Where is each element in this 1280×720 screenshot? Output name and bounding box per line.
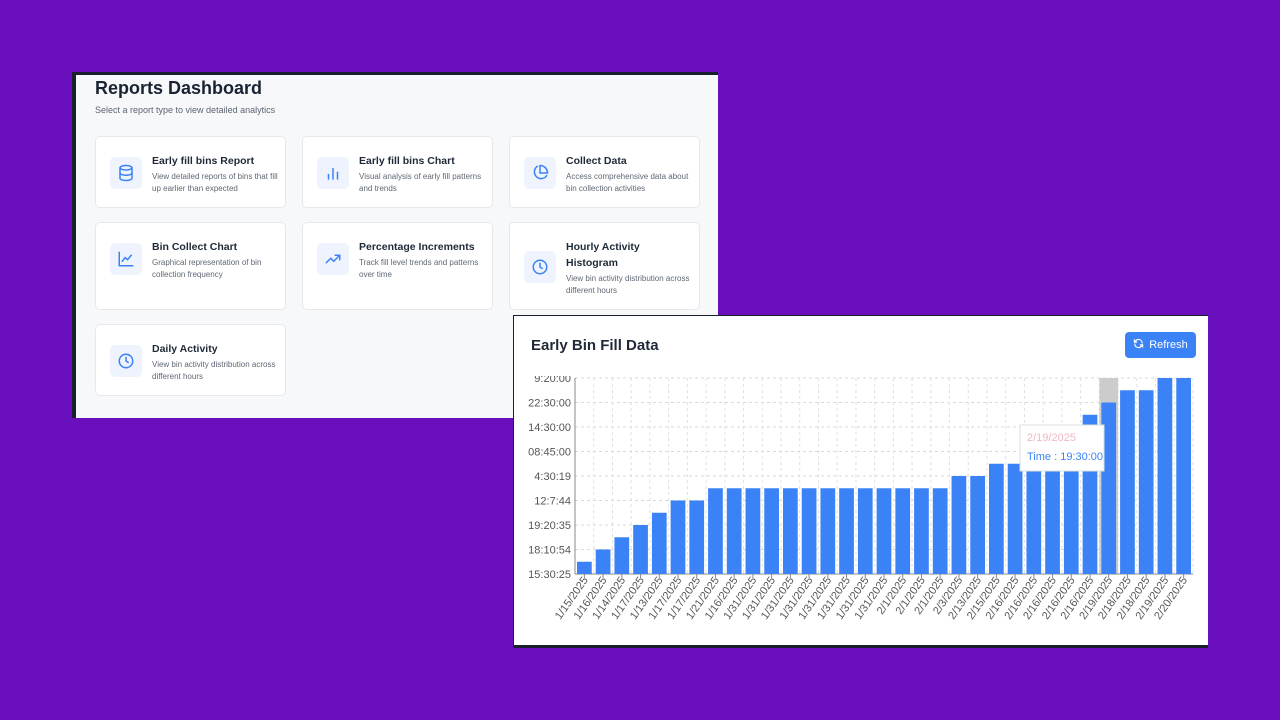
chart-bar: [951, 476, 967, 574]
card-description: View detailed reports of bins that fill …: [152, 172, 278, 193]
y-tick-label: 19:20:35: [528, 520, 571, 532]
chart-title: Early Bin Fill Data: [531, 337, 659, 354]
card-title: Bin Collect Chart: [152, 241, 238, 253]
chart-bar: [708, 488, 723, 574]
card-title: Collect Data: [566, 155, 627, 167]
y-tick-label: 9:20:00: [534, 376, 571, 385]
trending-up-icon: [317, 243, 349, 275]
card-title: Percentage Increments: [359, 241, 475, 253]
report-card-bin-collect-chart[interactable]: Bin Collect Chart Graphical representati…: [95, 222, 286, 310]
y-tick-label: 08:45:00: [528, 447, 571, 459]
card-description: Graphical representation of bin collecti…: [152, 258, 262, 279]
card-title: Hourly Activity Histogram: [566, 241, 640, 269]
card-description: Access comprehensive data about bin coll…: [566, 172, 689, 193]
y-tick-label: 18:10:54: [528, 545, 571, 557]
card-description: Visual analysis of early fill patterns a…: [359, 172, 482, 193]
bar-chart-icon: [317, 157, 349, 189]
refresh-icon: [1133, 338, 1144, 352]
card-description: View bin activity distribution across di…: [566, 274, 690, 295]
chart-bar: [820, 488, 836, 574]
refresh-button[interactable]: Refresh: [1125, 332, 1196, 358]
page-title: Reports Dashboard: [95, 78, 263, 98]
chart-bar: [1120, 390, 1135, 574]
chart-bar: [989, 463, 1004, 574]
clock-icon: [110, 345, 142, 377]
card-title: Early fill bins Chart: [359, 155, 455, 167]
chart-bar: [595, 549, 611, 574]
chart-bar: [689, 500, 705, 574]
pie-chart-icon: [524, 157, 556, 189]
chart-bar: [1176, 378, 1191, 574]
tooltip-date: 2/19/2025: [1027, 432, 1076, 444]
y-tick-label: 12:7:44: [534, 496, 571, 508]
early-bin-fill-panel: Early Bin Fill Data Refresh 15:30:25 18:1…: [513, 315, 1208, 648]
chart-bar: [1157, 378, 1173, 574]
chart-bar: [745, 488, 761, 574]
y-tick-label: 22:30:00: [528, 398, 571, 410]
chart-bar: [857, 488, 873, 574]
line-chart-icon: [110, 243, 142, 275]
database-icon: [110, 157, 142, 189]
chart-bar: [577, 561, 592, 574]
card-title: Daily Activity: [152, 343, 218, 355]
report-card-early-fill-bins-report[interactable]: Early fill bins Report View detailed rep…: [95, 136, 286, 208]
chart-bar: [651, 512, 667, 574]
chart-bar: [914, 488, 929, 574]
report-card-collect-data[interactable]: Collect Data Access comprehensive data a…: [509, 136, 700, 208]
chart-bar: [839, 488, 854, 574]
chart-bar: [895, 488, 911, 574]
card-description: View bin activity distribution across di…: [152, 360, 276, 381]
report-card-early-fill-bins-chart[interactable]: Early fill bins Chart Visual analysis of…: [302, 136, 493, 208]
chart-bar: [726, 488, 742, 574]
chart-bar: [633, 525, 648, 574]
chart-bar: [801, 488, 817, 574]
y-tick-label: 4:30:19: [534, 471, 571, 483]
chart-bar: [970, 476, 985, 574]
clock-icon: [524, 251, 556, 283]
chart-bar: [670, 500, 686, 574]
card-title: Early fill bins Report: [152, 155, 255, 167]
chart-bar: [876, 488, 892, 574]
y-tick-label: 14:30:00: [528, 422, 571, 434]
report-card-percentage-increments[interactable]: Percentage Increments Track fill level t…: [302, 222, 493, 310]
chart-bar: [764, 488, 779, 574]
page-subtitle: Select a report type to view detailed an…: [95, 105, 276, 115]
chart-bar: [1007, 463, 1023, 574]
bar-chart: 15:30:25 18:10:54 19:20:35 12:7:44 4:30:19 08…: [528, 376, 1194, 622]
chart-bar: [1138, 390, 1154, 574]
chart-bar: [932, 488, 948, 574]
report-card-hourly-activity-histogram[interactable]: Hourly Activity Histogram View bin activ…: [509, 222, 700, 310]
chart-bar: [783, 488, 798, 574]
y-tick-label: 15:30:25: [528, 569, 571, 581]
chart-bar: [614, 537, 630, 574]
tooltip-value: Time : 19:30:00: [1027, 451, 1103, 463]
card-description: Track fill level trends and patterns ove…: [359, 258, 479, 279]
refresh-label: Refresh: [1149, 339, 1188, 351]
report-card-daily-activity[interactable]: Daily Activity View bin activity distrib…: [95, 324, 286, 396]
